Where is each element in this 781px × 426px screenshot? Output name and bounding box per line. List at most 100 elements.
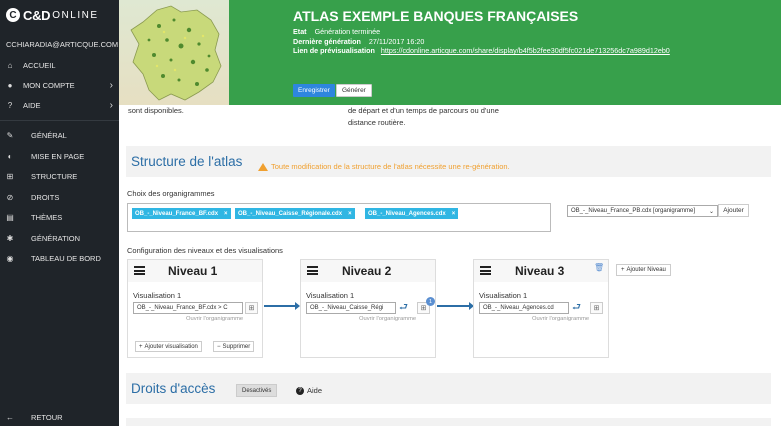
visualisation-label: Visualisation 1 [306,291,355,300]
nav-retour-label: RETOUR [31,412,63,422]
close-icon[interactable]: × [452,211,456,217]
add-level-label: Ajouter Niveau [626,267,666,273]
france-map-image [130,5,222,101]
help-label: Aide [307,386,323,395]
nav-aide-label: AIDE [23,100,41,110]
org-select-value: OB_-_Niveau_France_PB.cdx [organigramme] [571,208,696,214]
preview-link[interactable]: https://cdonline.articque.com/share/disp… [381,46,670,55]
plus-icon: + [621,267,625,273]
nav-mon-compte[interactable]: ● MON COMPTE › [0,77,119,93]
visualisation-select[interactable]: OB_-_Niveau_Caisse_Régi [306,302,396,314]
logo-subtext: ONLINE [52,9,99,21]
visualisation-label: Visualisation 1 [133,291,182,300]
nav-accueil-label: ACCUEIL [23,60,56,70]
level-title: Niveau 3 [515,264,565,278]
nav-accueil[interactable]: ⌂ ACCUEIL [0,57,119,73]
save-button[interactable]: Enregistrer [293,84,335,97]
user-icon: ● [7,80,13,90]
structure-warning: Toute modification de la structure de l'… [258,162,510,171]
add-level-button[interactable]: + Ajouter Niveau [616,264,671,276]
org-chip[interactable]: OB_-_Niveau_Agences.cdx × [365,208,459,219]
arrow-left-icon: ← [6,412,14,422]
text-fragment-left: sont disponibles. [128,106,184,115]
visualisation-select[interactable]: OB_-_Niveau_France_BF.cdx > C [133,302,243,314]
warning-icon [258,162,268,171]
drag-handle-icon[interactable] [134,266,145,275]
arrow-right-icon [437,302,474,310]
drag-handle-icon[interactable] [480,266,491,275]
link-return-icon[interactable]: ⮐ [572,303,586,313]
trash-icon[interactable]: 🗑 [594,263,604,272]
close-icon[interactable]: × [348,211,352,217]
visualisation-select[interactable]: OB_-_Niveau_Agences.cd [479,302,569,314]
open-org-link[interactable]: Ouvrir l'organigramme [186,316,243,322]
ban-icon: ⊘ [6,192,14,202]
level-title: Niveau 2 [342,264,392,278]
help-circle-icon: ? [7,100,13,110]
last-generation-line: Dernière génération 27/11/2017 16:20 [293,37,424,46]
nav-droits-label: DROITS [31,192,60,202]
droits-title: Droits d'accès [131,381,216,396]
grid-icon[interactable]: ⊞ [245,302,258,314]
preview-link-label: Lien de prévisualisation [293,46,375,55]
home-icon: ⌂ [7,60,13,70]
nav-droits[interactable]: ⊘ DROITS [0,189,119,205]
pencil-icon: ✎ [6,130,14,140]
nav-aide[interactable]: ? AIDE › [0,97,119,113]
nav-mon-compte-label: MON COMPTE [23,80,75,90]
droits-status-toggle[interactable]: Desactivés [236,384,278,397]
status-value: Génération terminée [314,27,381,36]
nav-mise-en-page-label: MISE EN PAGE [31,151,85,161]
sidebar-divider [0,120,119,121]
open-org-link[interactable]: Ouvrir l'organigramme [532,316,589,322]
org-select[interactable]: OB_-_Niveau_France_PB.cdx [organigramme]… [567,205,718,217]
nav-structure[interactable]: ⊞ STRUCTURE [0,168,119,184]
generate-button[interactable]: Générer [336,84,372,97]
add-visualisation-button[interactable]: + Ajouter visualisation [135,341,202,352]
last-generation-label: Dernière génération [293,37,361,46]
nav-generation[interactable]: ✱ GÉNÉRATION [0,230,119,246]
remove-button[interactable]: − Supprimer [213,341,255,352]
level-title: Niveau 1 [168,264,218,278]
nav-tableau-de-bord[interactable]: ◉ TABLEAU DE BORD [0,250,119,266]
atlas-title: ATLAS EXEMPLE BANQUES FRANÇAISES [293,8,579,24]
org-chip[interactable]: OB_-_Niveau_France_BF.cdx × [132,208,231,219]
app-logo[interactable]: C C&D ONLINE [6,6,99,24]
droits-section-header [126,373,771,404]
nav-tableau-de-bord-label: TABLEAU DE BORD [31,253,101,263]
add-org-button[interactable]: Ajouter [718,204,749,217]
arrow-right-icon [264,302,300,310]
nav-generation-label: GÉNÉRATION [31,233,81,243]
nav-mise-en-page[interactable]: ◐ MISE EN PAGE [0,148,119,164]
grid-icon[interactable]: ⊞ [590,302,603,314]
help-link[interactable]: ? Aide [296,386,322,395]
contrast-icon: ◐ [7,151,13,161]
atlas-header: ATLAS EXEMPLE BANQUES FRANÇAISES Etat Gé… [119,0,781,105]
open-org-link[interactable]: Ouvrir l'organigramme [359,316,416,322]
atlas-map-thumbnail [119,0,229,105]
add-visualisation-label: Ajouter visualisation [144,343,198,350]
text-fragment-right-1: de départ et d'un temps de parcours ou d… [348,106,499,115]
question-icon: ? [296,386,304,395]
nav-general-label: GÉNÉRAL [31,130,67,140]
link-return-icon[interactable]: ⮐ [399,303,413,313]
count-badge: 1 [426,297,435,306]
close-icon[interactable]: × [224,211,228,217]
nav-general[interactable]: ✎ GÉNÉRAL [0,127,119,143]
text-fragment-right-2: distance routière. [348,118,406,127]
chevron-right-icon: › [109,99,113,111]
org-chip[interactable]: OB_-_Niveau_Caisse_Régionale.cdx × [235,208,355,219]
org-multiselect[interactable]: OB_-_Niveau_France_BF.cdx × OB_-_Niveau_… [127,203,551,232]
drag-handle-icon[interactable] [307,266,318,275]
config-label: Configuration des niveaux et des visuali… [127,246,283,255]
nav-themes[interactable]: ▤ THÈMES [0,209,119,225]
org-chip-label: OB_-_Niveau_Caisse_Régionale.cdx [238,210,343,217]
nav-retour[interactable]: ← RETOUR [0,409,119,425]
visualisation-label: Visualisation 1 [479,291,528,300]
user-email: CCHIARADIA@ARTICQUE.COM [6,40,119,49]
structure-title: Structure de l'atlas [131,154,243,169]
nav-themes-label: THÈMES [31,212,63,222]
logo-mark: C [6,8,20,22]
status-label: Etat [293,27,307,36]
next-section-header [126,418,771,426]
